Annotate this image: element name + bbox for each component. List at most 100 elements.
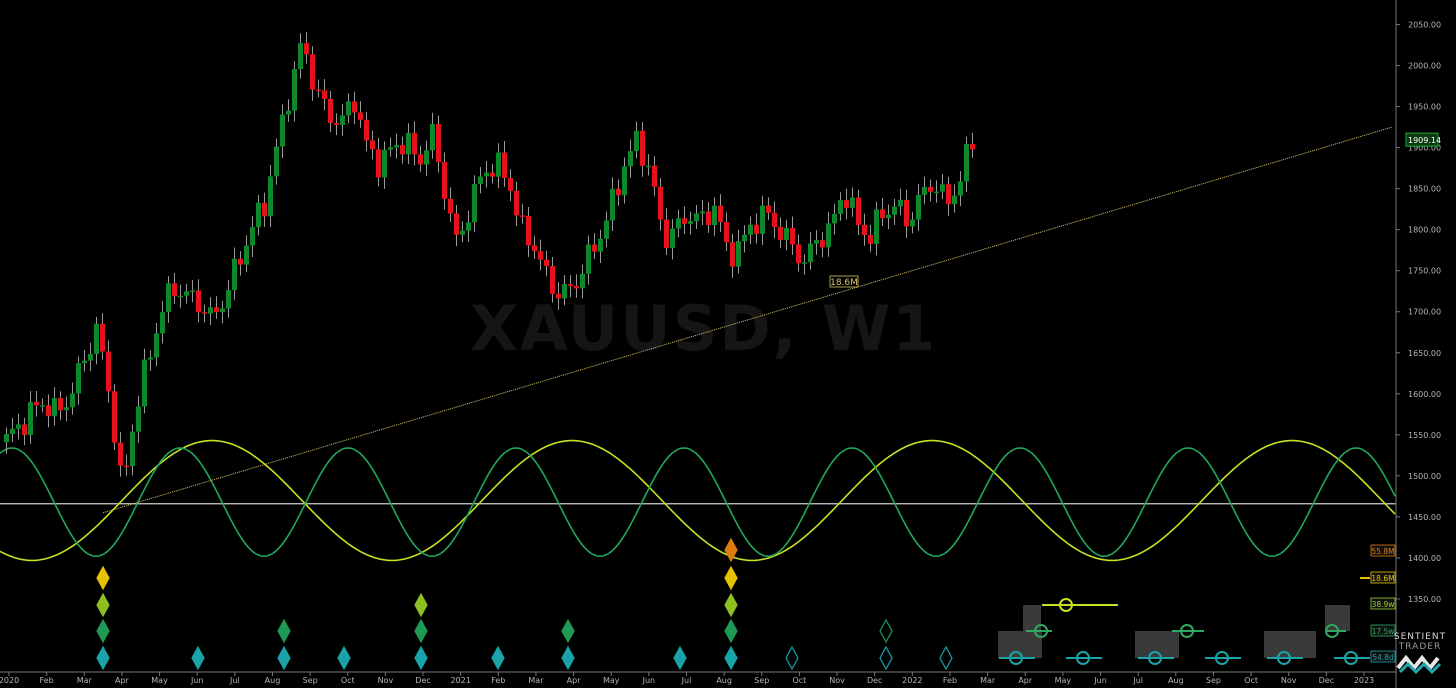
cycle-label: 55.8M bbox=[1371, 547, 1394, 556]
candle-up bbox=[382, 149, 387, 178]
candle-up bbox=[598, 238, 603, 252]
candle-up bbox=[802, 262, 807, 264]
candle-up bbox=[784, 227, 789, 240]
phase-box bbox=[1023, 605, 1041, 631]
chart: XAUUSD, W1 18.6M 2050.00 2000.00 1950.00 19… bbox=[0, 0, 1456, 688]
cycle-marker bbox=[673, 645, 687, 671]
candle-down bbox=[682, 218, 687, 224]
brand-logo: SENTIENT TRADER bbox=[1392, 632, 1448, 678]
candle-up bbox=[220, 308, 225, 313]
candle-up bbox=[622, 166, 627, 196]
candle-down bbox=[370, 140, 375, 150]
candle-up bbox=[736, 241, 741, 267]
candle-up bbox=[256, 202, 261, 228]
candle-down bbox=[334, 123, 339, 125]
chart-canvas: XAUUSD, W1 18.6M 2050.00 2000.00 1950.00 19… bbox=[0, 0, 1456, 688]
candle-down bbox=[820, 240, 825, 248]
candle-down bbox=[514, 190, 519, 216]
candle-down bbox=[790, 227, 795, 245]
candle-down bbox=[100, 323, 105, 352]
candle-down bbox=[946, 184, 951, 205]
candle-down bbox=[520, 215, 525, 217]
candle-down bbox=[262, 202, 267, 217]
candle-up bbox=[184, 291, 189, 296]
cycle-wave-medium bbox=[0, 447, 1396, 558]
candle-up bbox=[814, 240, 819, 244]
brand-wave-icon bbox=[1396, 654, 1442, 675]
candle-down bbox=[508, 178, 513, 191]
candle-down bbox=[574, 285, 579, 289]
trendline-group: 18.6M bbox=[102, 126, 1393, 514]
candle-up bbox=[670, 228, 675, 249]
candle-up bbox=[496, 152, 501, 177]
candle-down bbox=[928, 186, 933, 192]
candlesticks bbox=[4, 31, 975, 477]
phase-box bbox=[1135, 631, 1179, 658]
price-tick-label: 1550.00 bbox=[1408, 431, 1441, 440]
candle-up bbox=[460, 230, 465, 235]
candle-up bbox=[712, 205, 717, 226]
time-tick-label: 2022 bbox=[902, 676, 922, 685]
cycle-marker bbox=[724, 618, 738, 644]
candle-up bbox=[688, 221, 693, 224]
candle-up bbox=[292, 69, 297, 111]
cycle-marker bbox=[724, 592, 738, 618]
time-tick-label: Aug bbox=[265, 676, 281, 685]
brand-line-2: TRADER bbox=[1398, 642, 1442, 652]
candle-up bbox=[466, 222, 471, 231]
brand-line-1: SENTIENT bbox=[1393, 632, 1447, 642]
candle-up bbox=[646, 165, 651, 168]
candle-up bbox=[70, 393, 75, 408]
time-tick-label: Jul bbox=[681, 676, 692, 685]
cycle-label: 38.9w bbox=[1372, 600, 1395, 609]
time-tick-label: Sep bbox=[754, 676, 769, 685]
candle-down bbox=[34, 401, 39, 406]
price-tick-label: 1800.00 bbox=[1408, 226, 1441, 235]
candle-down bbox=[868, 235, 873, 244]
candle-down bbox=[376, 149, 381, 178]
time-tick-label: Sep bbox=[303, 676, 318, 685]
candle-up bbox=[952, 195, 957, 205]
price-tick-label: 1600.00 bbox=[1408, 390, 1441, 399]
candle-up bbox=[562, 284, 567, 299]
candle-up bbox=[826, 223, 831, 248]
candle-up bbox=[394, 144, 399, 148]
candle-up bbox=[190, 290, 195, 292]
candle-up bbox=[388, 147, 393, 150]
candle-down bbox=[652, 165, 657, 187]
candle-down bbox=[172, 283, 177, 297]
time-tick-label: Jun bbox=[642, 676, 656, 685]
time-tick-label: 2023 bbox=[1354, 676, 1374, 685]
candle-down bbox=[532, 245, 537, 252]
candle-down bbox=[772, 212, 777, 228]
candle-up bbox=[160, 312, 165, 334]
candle-up bbox=[244, 245, 249, 265]
candle-up bbox=[286, 110, 291, 115]
cycle-marker bbox=[191, 645, 205, 671]
price-tick-label: 1700.00 bbox=[1408, 308, 1441, 317]
candle-up bbox=[76, 363, 81, 394]
candle-down bbox=[856, 197, 861, 225]
candle-up bbox=[742, 234, 747, 242]
candle-up bbox=[808, 243, 813, 263]
candle-up bbox=[676, 218, 681, 229]
candle-up bbox=[424, 150, 429, 165]
cycle-marker bbox=[96, 645, 110, 671]
candle-down bbox=[214, 307, 219, 313]
cycle-wave-long bbox=[0, 439, 1396, 562]
candle-down bbox=[400, 144, 405, 155]
candle-up bbox=[430, 124, 435, 151]
price-tick-label: 1750.00 bbox=[1408, 267, 1441, 276]
candle-up bbox=[28, 401, 33, 435]
cycle-waves bbox=[0, 439, 1396, 562]
price-tick-label: 2050.00 bbox=[1408, 21, 1441, 30]
candle-down bbox=[46, 405, 51, 417]
time-tick-label: 2020 bbox=[0, 676, 19, 685]
candle-up bbox=[208, 307, 213, 314]
candle-down bbox=[844, 200, 849, 208]
time-tick-label: Nov bbox=[1281, 676, 1297, 685]
time-tick-label: Jul bbox=[229, 676, 240, 685]
time-tick-label: Dec bbox=[867, 676, 882, 685]
candle-down bbox=[970, 144, 975, 150]
candle-up bbox=[940, 184, 945, 192]
